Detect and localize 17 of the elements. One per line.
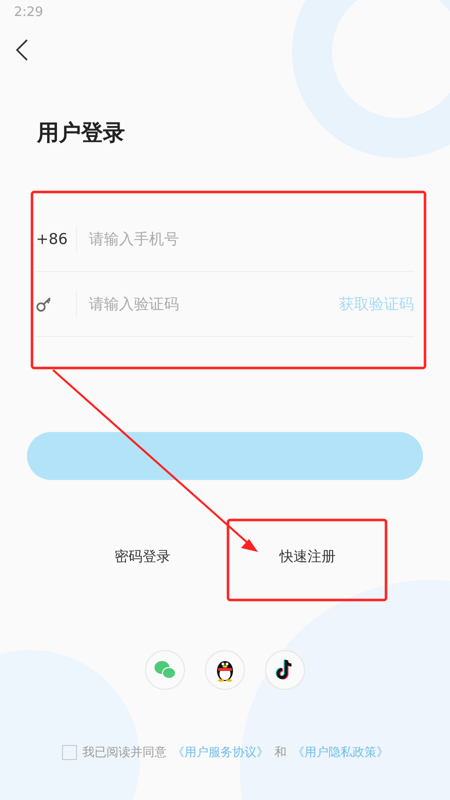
penguin-icon bbox=[215, 658, 235, 682]
privacy-policy-link[interactable]: 《用户隐私政策》 bbox=[292, 744, 388, 761]
page-title: 用户登录 bbox=[37, 120, 125, 148]
text-link[interactable]: 密码登录 bbox=[110, 544, 174, 570]
agreement-text: 我已阅读并同意 bbox=[82, 744, 166, 761]
text-link[interactable]: 快速注册 bbox=[276, 544, 340, 570]
social-login-button[interactable] bbox=[205, 650, 245, 690]
phone-input[interactable]: 请输入手机号 bbox=[87, 229, 414, 249]
agree-checkbox[interactable] bbox=[62, 745, 76, 760]
get-code-button[interactable]: 获取验证码 bbox=[339, 294, 414, 314]
key-icon bbox=[36, 296, 52, 312]
service-agreement-link[interactable]: 《用户服务协议》 bbox=[172, 744, 268, 761]
chat-bubbles-icon bbox=[154, 660, 176, 680]
code-input[interactable]: 请输入验证码 bbox=[87, 294, 339, 314]
status-time: 2:29 bbox=[14, 4, 44, 20]
country-code: +86 bbox=[36, 230, 68, 248]
conjunction-text: 和 bbox=[274, 744, 286, 761]
